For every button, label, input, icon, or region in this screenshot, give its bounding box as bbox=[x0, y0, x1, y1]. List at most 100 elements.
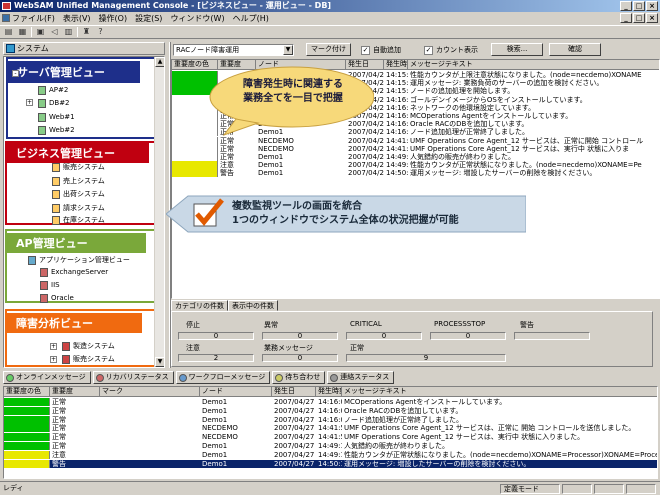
tab-contact-status[interactable]: 連絡ステータス bbox=[327, 371, 395, 384]
view-select[interactable]: RACノード障害運用 ▼ bbox=[173, 44, 294, 56]
cell-text: UMF Operations Core Agent_12 サービスは、実行中 状… bbox=[344, 433, 585, 442]
table-row[interactable]: 正常 Demo1 2007/04/2714:16:05ノード追加処理が正常終了しまし… bbox=[4, 415, 657, 424]
tree-node[interactable]: Web#1 bbox=[38, 112, 75, 122]
document-icon bbox=[2, 14, 10, 22]
severity-color-cell bbox=[4, 415, 50, 424]
tree-node[interactable]: アプリケーション管理ビュー bbox=[28, 255, 130, 265]
cell-sev: 注意 bbox=[220, 161, 234, 170]
cell-sev: 正常 bbox=[52, 442, 66, 450]
count-display-checkbox[interactable]: ✓ カウント表示 bbox=[424, 44, 478, 56]
cell-sev: 警告 bbox=[52, 459, 66, 468]
confirm-button[interactable]: 確認 bbox=[549, 43, 601, 56]
online-message-grid[interactable]: 重要度の色 重要度 マーク ノード 発生日 発生時刻 メッセージテキスト 正常 D… bbox=[3, 386, 658, 479]
bottom-grid-header: 重要度の色 重要度 マーク ノード 発生日 発生時刻 メッセージテキスト bbox=[4, 387, 657, 397]
cell-text: 性能カウンタが正常状態になりました。(node=necdemo)XONAME=P… bbox=[344, 450, 658, 459]
tab-workflow-messages[interactable]: ワークフローメッセージ bbox=[175, 371, 271, 384]
system-tree[interactable]: サーバ管理ビュー - AP#2 + DB#2 Web#1 Web#2 ビジネス管… bbox=[3, 56, 165, 368]
scroll-down-icon[interactable]: ▼ bbox=[155, 357, 164, 367]
grid-icon[interactable]: ▦ bbox=[17, 27, 28, 37]
tree-node[interactable]: 売上システム bbox=[52, 176, 105, 186]
cell-date: 2007/04/27 bbox=[348, 144, 384, 153]
tree-node[interactable]: 出荷システム bbox=[52, 189, 105, 199]
table-row[interactable]: 正常 Demo1 2007/04/2714:16:05Oracle RACのDBを追… bbox=[4, 406, 657, 415]
cell-node: Demo1 bbox=[258, 169, 284, 178]
cell-time: 14:16:05 bbox=[386, 128, 408, 137]
tab-rendezvous[interactable]: 待ち合わせ bbox=[272, 371, 326, 384]
search-button[interactable]: 検索... bbox=[491, 43, 543, 56]
save-icon[interactable]: ▤ bbox=[3, 27, 14, 37]
cell-sev: 正常 bbox=[52, 406, 66, 415]
ap-view-callout: AP管理ビュー bbox=[6, 233, 146, 253]
system-panel-header[interactable]: システム bbox=[3, 42, 165, 55]
balloon-text: 障害発生時に関連する 業務全てを一目で把握 bbox=[243, 79, 343, 104]
cell-node: NECDEMO bbox=[202, 424, 238, 433]
mdi-close-button[interactable]: × bbox=[646, 13, 658, 23]
menu-file[interactable]: ファイル(F) bbox=[12, 13, 55, 24]
cell-node: Demo1 bbox=[202, 442, 228, 450]
tree-node[interactable]: Oracle bbox=[40, 293, 74, 303]
chevron-down-icon[interactable]: ▼ bbox=[283, 45, 293, 55]
help-icon[interactable]: ? bbox=[95, 27, 106, 37]
filter-icon[interactable]: ▥ bbox=[63, 27, 74, 37]
tree-node[interactable]: 請求システム bbox=[52, 203, 105, 213]
tree-node[interactable]: 在庫システム bbox=[52, 215, 105, 225]
cell-text: Oracle RACのDBを追加しています。 bbox=[410, 120, 529, 129]
cell-node: Demo1 bbox=[258, 153, 284, 161]
cell-sev: 正常 bbox=[52, 424, 66, 433]
mdi-restore-button[interactable]: □ bbox=[633, 13, 645, 23]
table-row[interactable]: 正常 NECDEMO 2007/04/2714:41:51UMF Operation… bbox=[4, 433, 657, 442]
menu-operation[interactable]: 操作(O) bbox=[99, 13, 128, 24]
view-icon[interactable]: ▣ bbox=[35, 27, 46, 37]
table-row[interactable]: 正常 Demo1 2007/04/2714:49:16人気錯約の販売が終わりました。 bbox=[4, 442, 657, 450]
cell-node: Demo1 bbox=[202, 415, 228, 424]
table-row[interactable]: 警告 Demo1 2007/04/2714:50:16運用メッセージ: 増設したサー… bbox=[4, 459, 657, 468]
mark-button[interactable]: マーク付け bbox=[306, 43, 351, 56]
tree-node[interactable]: AP#2 bbox=[38, 85, 68, 95]
find-icon[interactable]: ♜ bbox=[81, 27, 92, 37]
menu-help[interactable]: ヘルプ(H) bbox=[233, 13, 269, 24]
table-row[interactable]: 正常 Demo1 2007/04/2714:49:16人気錯約の販売が終わりました。 bbox=[172, 153, 659, 161]
tab-displayed-count[interactable]: 表示中の件数 bbox=[228, 300, 278, 311]
tab-online-messages[interactable]: オンラインメッセージ bbox=[3, 371, 91, 384]
severity-color-cell bbox=[4, 433, 50, 442]
cell-text: 性能カウンタが正常状態になりました。(node=necdemo)XONAME=P… bbox=[410, 161, 642, 170]
count-stop: 0 bbox=[178, 332, 254, 340]
tree-node[interactable]: DB#2 bbox=[38, 98, 70, 108]
tree-node[interactable]: 製造システム bbox=[62, 341, 115, 351]
table-row[interactable]: 正常 NECDEMO 2007/04/2714:41:51UMF Operation… bbox=[4, 424, 657, 433]
cell-text: ノード追加処理が正常終了しました。 bbox=[410, 128, 529, 137]
close-button[interactable]: × bbox=[646, 1, 658, 11]
table-row[interactable]: 正常 NECDEMO 2007/04/2714:41:51UMF Operation… bbox=[172, 144, 659, 153]
tab-recovery-status[interactable]: リカバリステータス bbox=[92, 371, 174, 384]
tree-node[interactable]: 販売システム bbox=[52, 162, 105, 172]
bottom-tabs: オンラインメッセージ リカバリステータス ワークフローメッセージ 待ち合わせ 連… bbox=[3, 371, 658, 384]
cell-date: 2007/04/27 bbox=[348, 169, 384, 178]
maximize-button[interactable]: □ bbox=[633, 1, 645, 11]
menu-window[interactable]: ウィンドウ(W) bbox=[170, 13, 224, 24]
menu-view[interactable]: 表示(V) bbox=[63, 13, 91, 24]
table-row[interactable]: 注意 Demo1 2007/04/2714:49:16性能カウンタが正常状態になりま… bbox=[172, 161, 659, 170]
table-row[interactable]: 警告 Demo1 2007/04/2714:50:16運用メッセージ: 増設したサー… bbox=[172, 169, 659, 178]
tree-node[interactable]: Web#2 bbox=[38, 125, 75, 135]
cell-text: Oracle RACのDBを追加しています。 bbox=[344, 406, 463, 415]
cell-date: 2007/04/27 bbox=[274, 424, 315, 433]
cell-text: 運用メッセージ: 増設したサーバーの削除を検討ください。 bbox=[410, 169, 597, 178]
mdi-minimize-button[interactable]: _ bbox=[620, 13, 632, 23]
minimize-button[interactable]: _ bbox=[620, 1, 632, 11]
cell-text: 運用メッセージ: 増設したサーバーの削除を検討ください。 bbox=[344, 459, 531, 468]
cell-time: 14:41:51 bbox=[318, 424, 342, 433]
tree-scrollbar[interactable]: ▲ ▼ bbox=[154, 57, 164, 367]
tree-node[interactable]: IIS bbox=[40, 280, 60, 290]
table-row[interactable]: 正常 Demo1 2007/04/2714:16:05MCOperations Ag… bbox=[4, 398, 657, 406]
cell-date: 2007/04/27 bbox=[274, 450, 315, 459]
menu-settings[interactable]: 設定(S) bbox=[135, 13, 162, 24]
mute-icon[interactable]: ◁ bbox=[49, 27, 60, 37]
tab-category-count[interactable]: カテゴリの件数 bbox=[171, 300, 228, 311]
window-title: WebSAM Unified Management Console - [ビジネ… bbox=[14, 1, 332, 10]
auto-add-checkbox[interactable]: ✓ 自動追加 bbox=[361, 44, 401, 56]
table-row[interactable]: 注意 Demo1 2007/04/2714:49:16性能カウンタが正常状態になりま… bbox=[4, 450, 658, 459]
severity-color-cell bbox=[4, 442, 50, 450]
scroll-up-icon[interactable]: ▲ bbox=[155, 57, 164, 67]
tree-node[interactable]: 販売システム bbox=[62, 354, 115, 364]
tree-node[interactable]: ExchangeServer bbox=[40, 267, 108, 277]
